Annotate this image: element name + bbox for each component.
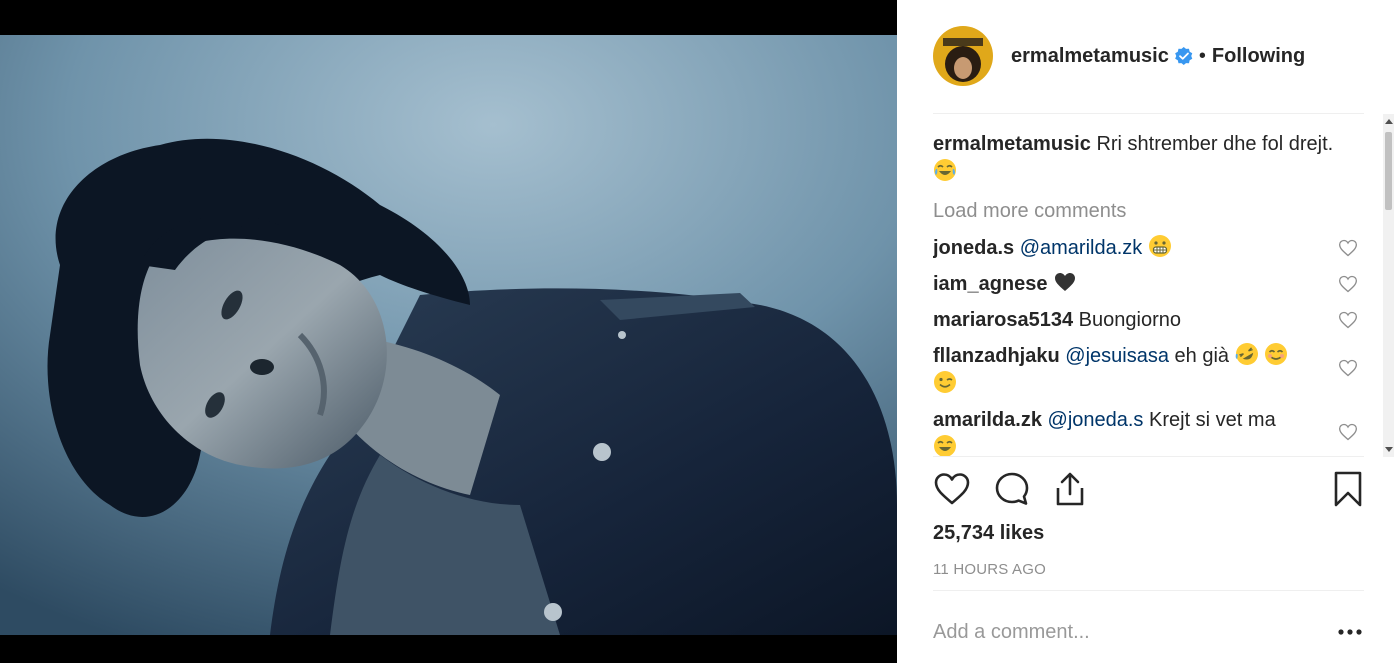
scrollbar-thumb[interactable] [1385,132,1392,210]
portrait-photo-image [0,35,897,635]
winking-emoji-icon [934,371,956,393]
post-timestamp[interactable]: 11 HOURS AGO [933,561,1046,578]
post-author-username[interactable]: ermalmetamusic [1011,45,1169,68]
smiling-blush-emoji-icon [1265,343,1288,365]
post-media-area [0,0,897,663]
more-options-icon[interactable] [1337,620,1363,644]
like-heart-icon[interactable] [933,470,971,508]
heart-outline-icon[interactable] [1338,422,1358,442]
comment-text: Buongiorno [1078,309,1181,331]
post-side-panel: ermalmetamusic • Following ermalmetamusi… [897,0,1394,663]
comment-mention[interactable]: @jesuisasa [1065,345,1169,367]
heart-outline-icon[interactable] [1338,358,1358,378]
caption-username[interactable]: ermalmetamusic [933,133,1091,155]
comments-scrollbar[interactable] [1383,114,1394,457]
comment-item: fllanzadhjaku @jesuisasa eh già [933,342,1365,398]
divider [933,113,1364,114]
tears-of-joy-emoji-icon [934,435,956,456]
comment-item: iam_agnese [933,270,1365,298]
comment-text: Krejt si vet ma [1149,409,1276,431]
scroll-up-arrow-icon[interactable] [1385,119,1393,124]
verified-badge-icon [1175,47,1193,65]
post-action-bar [933,470,1365,510]
black-heart-emoji-icon [1055,273,1076,291]
comment-bubble-icon[interactable] [993,470,1031,508]
divider [933,590,1364,591]
avatar[interactable] [933,26,993,86]
likes-count[interactable]: 25,734 likes [933,522,1044,545]
post-photo[interactable] [0,35,897,635]
grimacing-emoji-icon [1148,235,1171,257]
comment-item: mariarosa5134 Buongiorno [933,306,1365,334]
comment-mention[interactable]: @amarilda.zk [1020,237,1143,259]
heart-outline-icon[interactable] [1338,238,1358,258]
tears-of-joy-emoji-icon [934,159,956,181]
comment-item: joneda.s @amarilda.zk [933,234,1365,262]
comments-list[interactable]: ermalmetamusic Rri shtrember dhe fol dre… [933,130,1365,456]
load-more-comments-button[interactable]: Load more comments [933,200,1365,224]
comment-username[interactable]: joneda.s [933,237,1014,259]
comment-username[interactable]: mariarosa5134 [933,309,1073,331]
comment-username[interactable]: fllanzadhjaku [933,345,1060,367]
comment-text: eh già [1174,345,1230,367]
scroll-down-arrow-icon[interactable] [1385,447,1393,452]
post-caption: ermalmetamusic Rri shtrember dhe fol dre… [933,130,1365,186]
comment-mention[interactable]: @joneda.s [1048,409,1144,431]
comment-username[interactable]: amarilda.zk [933,409,1042,431]
comment-item: amarilda.zk @joneda.s Krejt si vet ma [933,406,1365,456]
caption-text: Rri shtrember dhe fol drejt. [1096,133,1334,155]
divider [933,456,1364,457]
avatar-image [933,26,993,86]
heart-outline-icon[interactable] [1338,274,1358,294]
comment-username[interactable]: iam_agnese [933,273,1048,295]
add-comment-input[interactable] [933,614,1313,650]
heart-outline-icon[interactable] [1338,310,1358,330]
rolling-laughing-emoji-icon [1235,343,1258,365]
header-separator: • [1198,44,1206,67]
following-button[interactable]: Following [1212,45,1305,68]
share-upload-icon[interactable] [1051,470,1089,508]
post-header: ermalmetamusic • Following [933,24,1364,88]
bookmark-icon[interactable] [1329,470,1367,508]
